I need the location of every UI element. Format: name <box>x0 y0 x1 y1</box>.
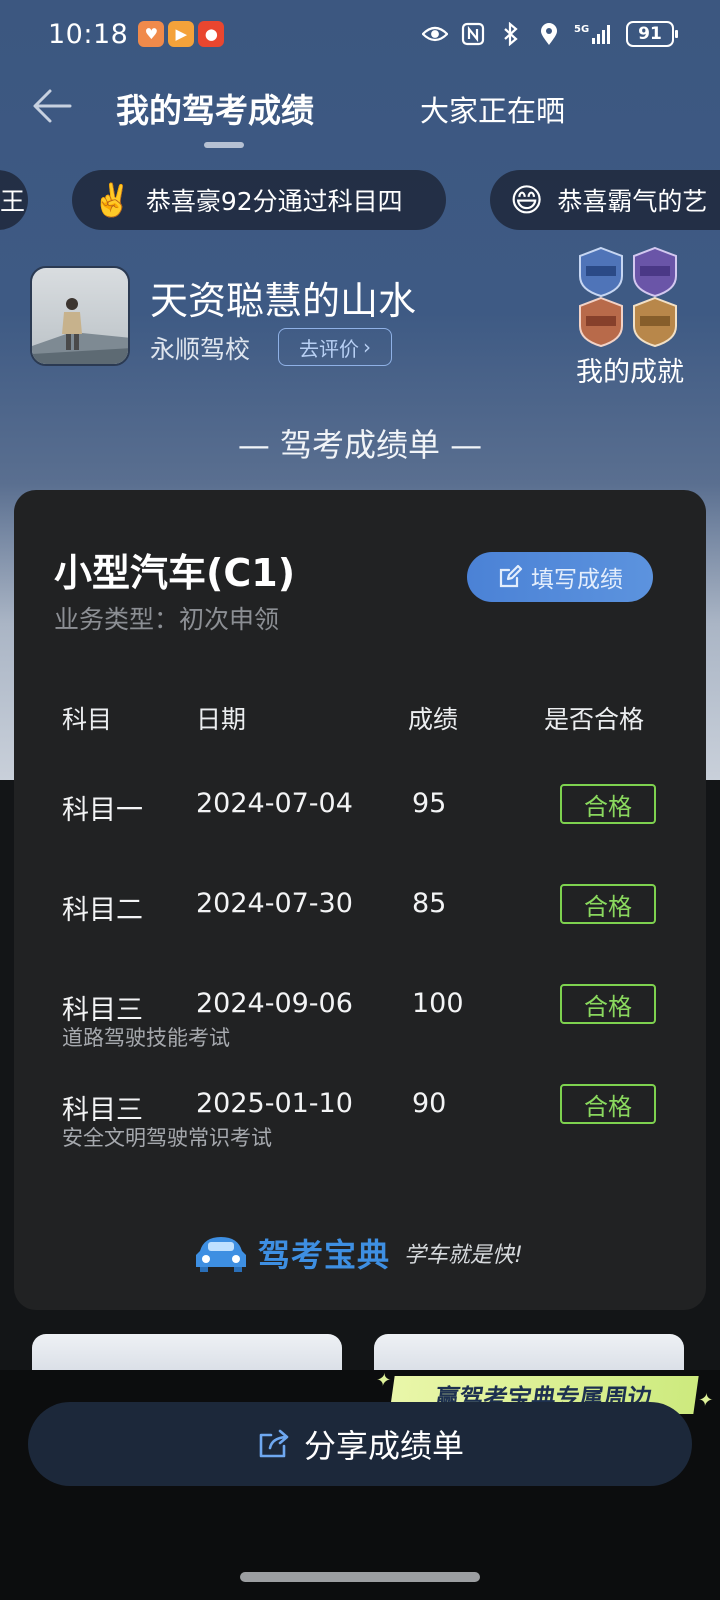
congrats-marquee: 王 ✌️ 恭喜豪92分通过科目四 😄 恭喜霸气的艺 <box>0 170 720 230</box>
driving-school-name: 永顺驾校 <box>150 335 251 364</box>
status-time: 10:18 <box>48 18 129 50</box>
active-tab-indicator <box>204 142 244 148</box>
pass-badge: 合格 <box>560 1084 656 1124</box>
username: 天资聪慧的山水 <box>150 279 417 323</box>
license-type: 小型汽车(C1) <box>54 551 296 595</box>
column-header-date: 日期 <box>196 705 247 734</box>
exam-note: 安全文明驾驶常识考试 <box>62 1126 272 1150</box>
badge-icon <box>579 296 623 348</box>
video-app-icon: ▶ <box>168 21 195 47</box>
marquee-item-text: 恭喜霸气的艺 <box>557 187 708 216</box>
edit-icon <box>499 564 523 588</box>
marquee-item: 王 <box>0 170 28 230</box>
marquee-item: ✌️ 恭喜豪92分通过科目四 <box>72 170 446 230</box>
table-row: 科目三 2025-01-10 90 合格 安全文明驾驶常识考试 <box>14 1084 706 1178</box>
tab-everyone-sharing[interactable]: 大家正在晒 <box>420 88 565 130</box>
brand-slogan: 学车就是快! <box>404 1243 523 1268</box>
share-button-label: 分享成绩单 <box>303 1427 464 1465</box>
avatar[interactable] <box>30 266 130 366</box>
score-card: 小型汽车(C1) 业务类型：初次申领 填写成绩 科目 日期 成绩 是否合格 科目… <box>14 490 706 1310</box>
sparkle-icon: ✦ <box>696 1390 715 1411</box>
date-cell: 2024-07-04 <box>196 788 353 819</box>
table-row: 科目二 2024-07-30 85 合格 <box>14 884 706 978</box>
status-bar: 10:18 ♥ ▶ ● 5G 91 <box>0 0 720 68</box>
business-type: 业务类型：初次申领 <box>54 605 280 634</box>
home-indicator[interactable] <box>240 1572 480 1582</box>
achievements-label[interactable]: 我的成就 <box>576 350 684 389</box>
pass-badge: 合格 <box>560 884 656 924</box>
chevron-right-icon: › <box>363 335 371 359</box>
exam-note: 道路驾驶技能考试 <box>62 1026 230 1050</box>
rate-button-label: 去评价 <box>299 336 359 361</box>
share-scores-button[interactable]: 分享成绩单 <box>28 1402 692 1486</box>
fill-score-button[interactable]: 填写成绩 <box>467 552 653 602</box>
badge-icon <box>579 246 623 298</box>
column-header-score: 成绩 <box>408 705 459 734</box>
nfc-icon <box>460 21 486 47</box>
sparkle-icon: ✦ <box>374 1370 393 1391</box>
location-icon <box>536 21 562 47</box>
column-header-pass: 是否合格 <box>544 705 645 734</box>
score-cell: 85 <box>412 888 447 919</box>
promo-tile[interactable] <box>374 1334 684 1374</box>
table-row: 科目三 2024-09-06 100 合格 道路驾驶技能考试 <box>14 984 706 1078</box>
svg-text:5G: 5G <box>574 24 589 35</box>
bluetooth-icon <box>498 21 524 47</box>
marquee-item-text: 恭喜豪92分通过科目四 <box>145 187 403 216</box>
brand-name: 驾考宝典 <box>258 1236 391 1274</box>
score-cell: 100 <box>412 988 464 1019</box>
promo-tile[interactable] <box>32 1334 342 1374</box>
pass-badge: 合格 <box>560 784 656 824</box>
back-arrow-icon <box>33 89 72 123</box>
score-cell: 90 <box>412 1088 447 1119</box>
date-cell: 2024-09-06 <box>196 988 353 1019</box>
marquee-item-text: 王 <box>0 187 26 216</box>
badge-icon <box>633 296 677 348</box>
notification-icons: ♥ ▶ ● <box>138 21 225 47</box>
rate-school-button[interactable]: 去评价 › <box>278 328 392 366</box>
date-cell: 2024-07-30 <box>196 888 353 919</box>
smile-emoji: 😄 <box>510 181 544 219</box>
brand-logo: 驾考宝典 学车就是快! <box>194 1230 523 1276</box>
tab-my-scores[interactable]: 我的驾考成绩 <box>116 84 314 132</box>
column-header-subject: 科目 <box>62 705 113 734</box>
subject-cell: 科目二 <box>62 895 143 926</box>
shopping-app-icon: ● <box>198 21 225 47</box>
marquee-item: 😄 恭喜霸气的艺 <box>490 170 720 230</box>
back-button[interactable] <box>30 84 74 128</box>
top-nav: 我的驾考成绩 大家正在晒 <box>0 70 720 150</box>
victory-hand-emoji: ✌️ <box>92 181 132 219</box>
battery-indicator: 91 <box>626 21 678 47</box>
app-notification-icon: ♥ <box>138 21 165 47</box>
badge-icon <box>633 246 677 298</box>
date-cell: 2025-01-10 <box>196 1088 353 1119</box>
score-cell: 95 <box>412 788 447 819</box>
eye-icon <box>422 21 448 47</box>
signal-icon: 5G <box>574 21 614 47</box>
fill-score-label: 填写成绩 <box>531 567 623 593</box>
car-logo-icon <box>196 1237 246 1272</box>
table-row: 科目一 2024-07-04 95 合格 <box>14 784 706 878</box>
pass-badge: 合格 <box>560 984 656 1024</box>
section-title: — 驾考成绩单 — <box>237 426 483 464</box>
share-icon <box>259 1429 289 1458</box>
subject-cell: 科目一 <box>62 795 143 826</box>
